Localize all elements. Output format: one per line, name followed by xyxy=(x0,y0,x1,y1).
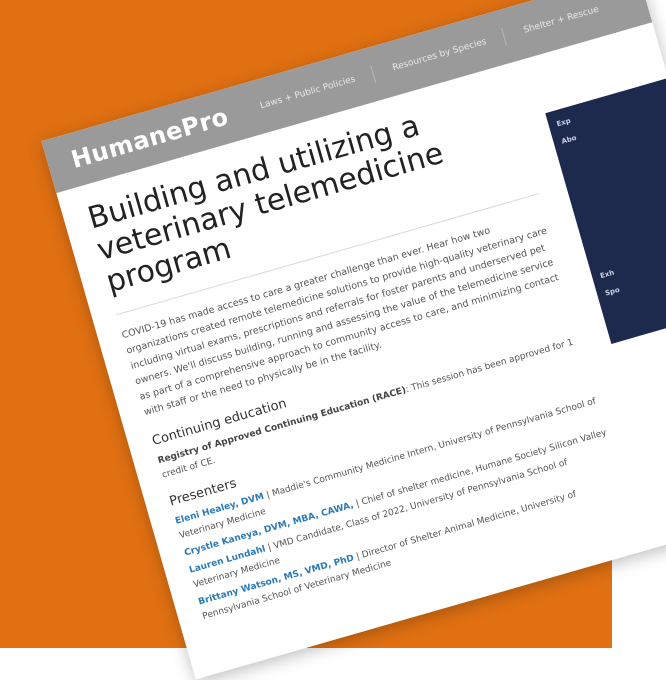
sidebar-label[interactable]: Exh xyxy=(599,269,615,281)
sidebar-label[interactable]: Abo xyxy=(561,134,578,146)
sidebar-label[interactable]: Spo xyxy=(604,286,621,298)
sidebar-label[interactable]: Exp xyxy=(556,117,572,129)
nav-shelter-rescue[interactable]: Shelter + Rescue xyxy=(521,0,618,40)
